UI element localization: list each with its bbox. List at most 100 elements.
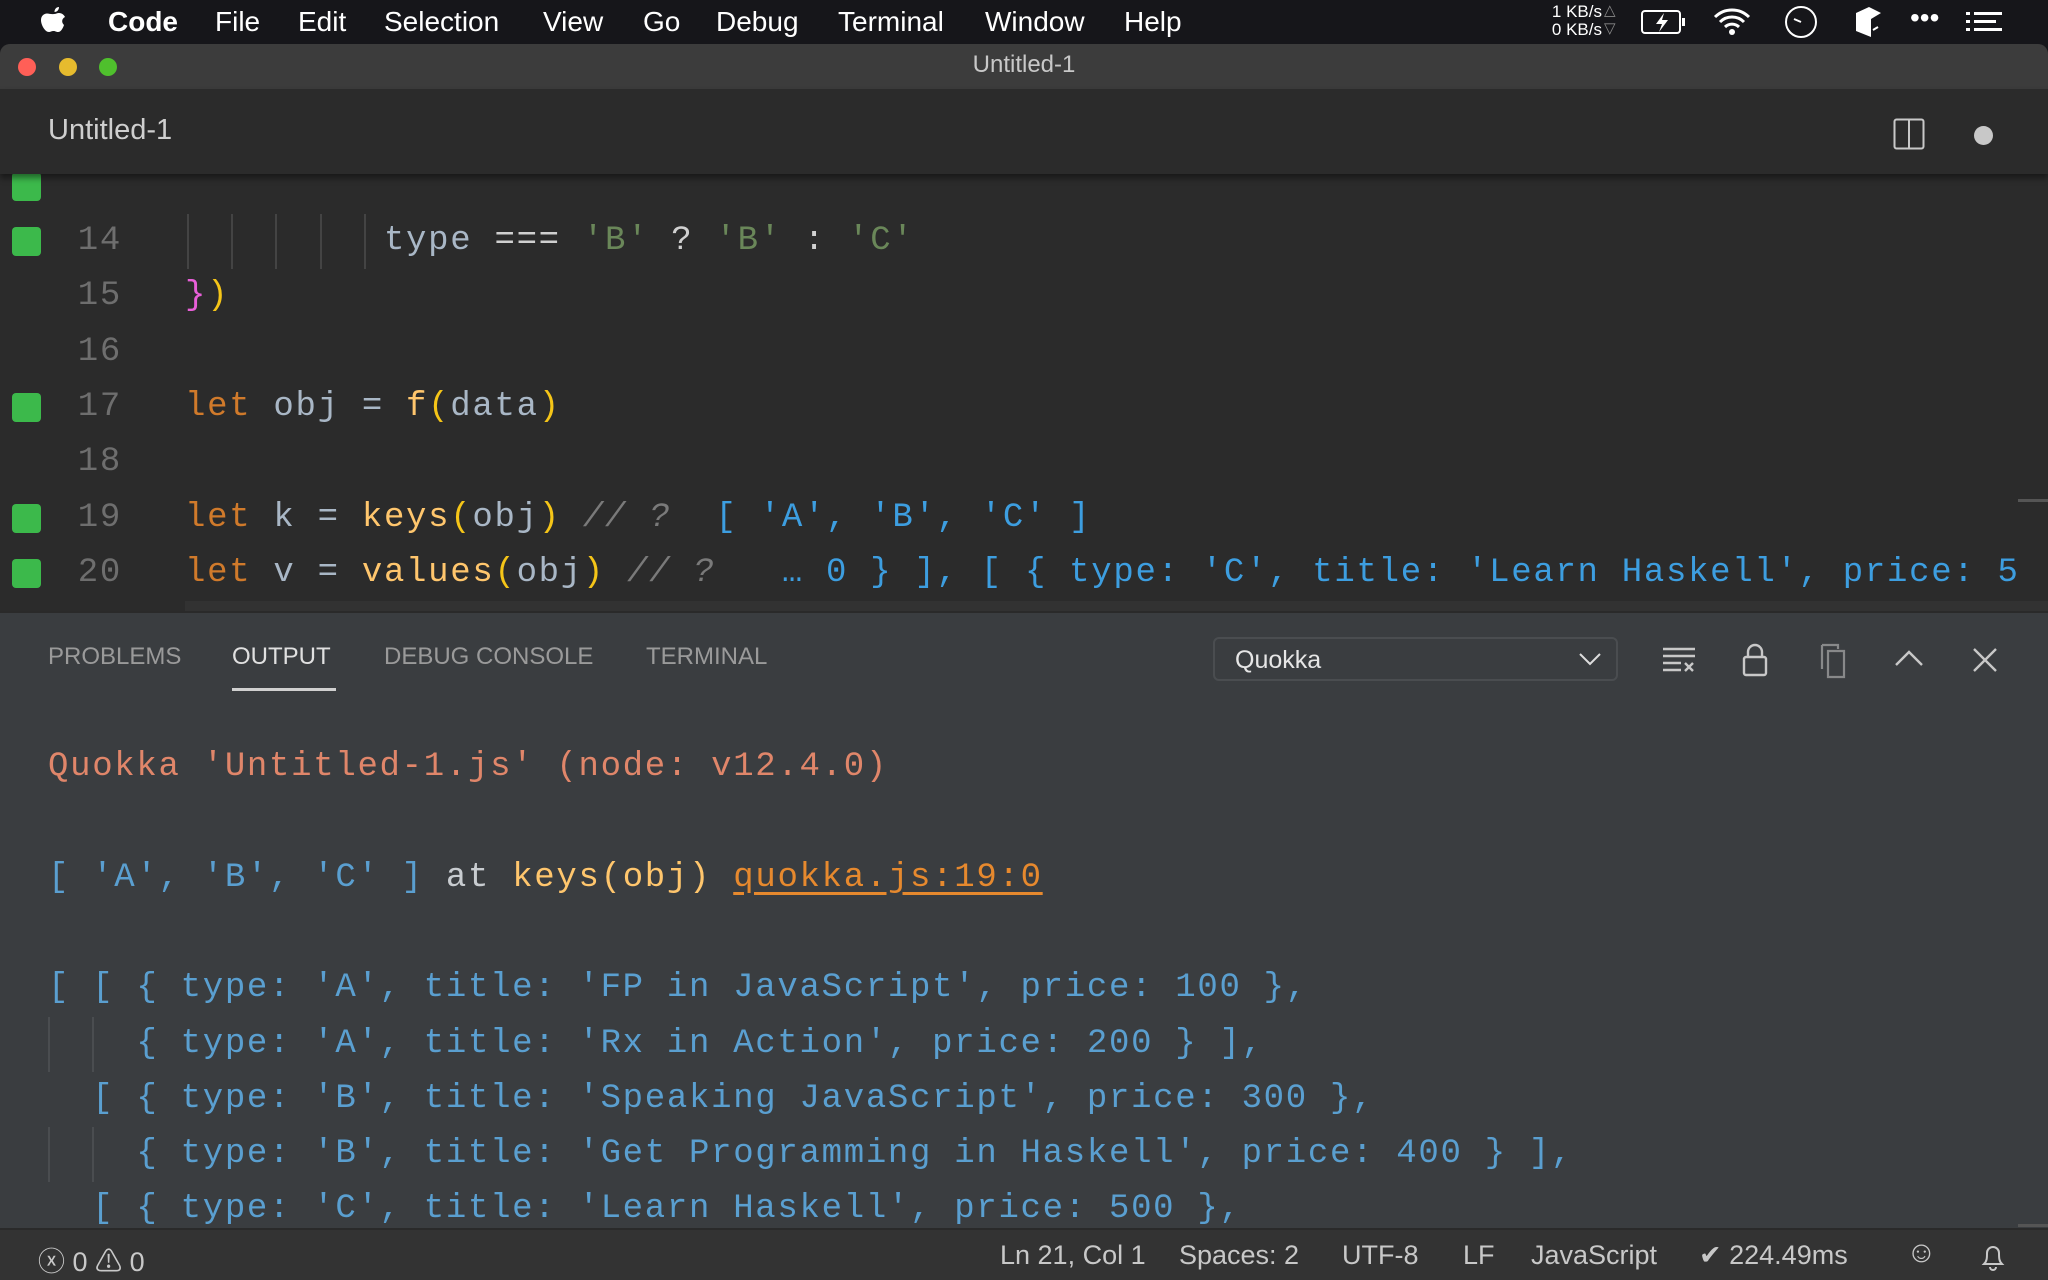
menu-view[interactable]: View [543,4,603,40]
source-link[interactable]: quokka.js:19:0 [733,859,1042,897]
code-line: 20 let v = values(obj) // ? … 0 } ], [ { … [0,546,2048,601]
more-icon[interactable]: ••• [1910,2,1939,34]
output-line: Quokka 'Untitled-1.js' (node: v12.4.0) [48,748,888,803]
code-token: } [185,277,208,316]
bell-icon[interactable] [1980,1242,2006,1272]
code-token: let [185,387,252,426]
tab-terminal[interactable]: TERMINAL [646,643,767,671]
menu-app-code[interactable]: Code [108,4,178,40]
tab-debug-console[interactable]: DEBUG CONSOLE [384,643,593,671]
quokka-coverage-marker [12,392,41,422]
menu-selection[interactable]: Selection [384,4,499,40]
list-icon[interactable] [1966,10,2002,34]
encoding[interactable]: UTF-8 [1342,1240,1419,1271]
code-line: 14 type === 'B' ? 'B' : 'C' [0,214,2048,270]
line-number: 20 [77,553,122,592]
split-editor-icon[interactable] [1893,118,1925,150]
clear-output-icon[interactable] [1660,641,1698,679]
code-token: let [185,498,252,537]
battery-charging-icon[interactable] [1640,9,1688,35]
code-text: let k = keys(obj) // ? [ 'A', 'B', 'C' ] [185,499,1091,537]
net-down: 0 KB/s [1551,20,1602,39]
net-arrows-icon: △ ▽ [1604,2,1616,37]
output-content[interactable]: Quokka 'Untitled-1.js' (node: v12.4.0) [ … [0,740,2048,1230]
code-line: 18 [0,435,2048,490]
output-token: at [423,858,513,897]
code-token: // ? [560,498,694,537]
quokka-coverage-marker [12,227,41,256]
feedback-smiley-icon[interactable]: ☺ [1906,1236,1937,1270]
output-token: { type: 'B', title: 'Get Programming in … [48,1135,1574,1174]
copy-icon[interactable] [1814,641,1852,679]
output-line: [ [ { type: 'A', title: 'FP in JavaScrip… [48,969,1308,1024]
clock-icon[interactable] [1784,5,1818,39]
tab-problems[interactable]: PROBLEMS [48,643,181,671]
menu-edit[interactable]: Edit [298,4,346,40]
code-token: 'B' [582,222,650,260]
output-token: [ { type: 'B', title: 'Speaking JavaScri… [48,1079,1375,1118]
menu-terminal[interactable]: Terminal [838,4,944,40]
output-token: [ 'A', 'B', 'C' ] [48,858,424,897]
unsaved-dot-icon[interactable] [1974,126,1993,145]
apple-icon[interactable] [40,5,68,37]
lock-icon[interactable] [1736,641,1774,679]
code-line: 16 [0,325,2048,380]
end-of-line[interactable]: LF [1463,1240,1495,1271]
code-token: v = [251,553,362,592]
quokka-timing[interactable]: ✔ 224.49ms [1699,1240,1848,1271]
code-token: [ 'A', 'B', 'C' ] [693,498,1092,537]
code-line: 21 [0,601,2048,611]
error-count: 0 [72,1247,88,1277]
output-channel-select[interactable]: Quokka [1213,637,1618,681]
editor-tab-bar: Untitled-1 [0,89,2048,174]
menu-debug[interactable]: Debug [716,4,799,40]
output-token [711,859,733,897]
code-token: ) [207,277,230,316]
scrollbar-marker[interactable] [2018,1224,2048,1227]
cursor-position[interactable]: Ln 21, Col 1 [1000,1240,1146,1271]
indentation[interactable]: Spaces: 2 [1179,1240,1299,1271]
line-number: 18 [77,443,122,482]
code-token: obj = [251,387,407,426]
box-icon[interactable] [1854,5,1884,39]
line-number: 19 [77,498,122,537]
line-number: 17 [77,387,122,426]
code-line-partial [0,174,2048,214]
code-token: ( [428,387,451,426]
menu-help[interactable]: Help [1124,4,1182,40]
code-token: let [185,553,252,592]
code-token: obj [472,498,539,537]
code-token: === [494,222,561,260]
code-token: ( [494,553,517,592]
scrollbar-marker[interactable] [2018,499,2048,502]
problems-indicator[interactable]: ⓧ 0 ⚠ 0 [38,1240,145,1279]
warning-icon: ⚠ [95,1247,123,1277]
window-title: Untitled-1 [972,51,1076,78]
code-token: 'B' [715,222,782,260]
code-line: 19 let k = keys(obj) // ? [ 'A', 'B', 'C'… [0,491,2048,546]
code-text: let v = values(obj) // ? … 0 } ], [ { ty… [185,554,2020,592]
quokka-coverage-marker [12,174,41,201]
menu-window[interactable]: Window [985,4,1085,40]
output-line: [ { type: 'C', title: 'Learn Haskell', p… [48,1190,1242,1230]
menu-file[interactable]: File [215,4,260,40]
code-editor[interactable]: 14 type === 'B' ? 'B' : 'C' 15}) 16 17 let o… [0,174,2048,611]
code-token: data [450,387,539,426]
language-mode[interactable]: JavaScript [1531,1240,1657,1271]
line-number: 14 [77,222,122,260]
network-monitor[interactable]: 1 KB/s 0 KB/s [1540,3,1602,39]
chevron-up-icon[interactable] [1890,641,1928,679]
tab-output[interactable]: OUTPUT [232,643,331,671]
close-icon[interactable] [1966,641,2004,679]
output-line: { type: 'A', title: 'Rx in Action', pric… [48,1025,1264,1080]
output-channel-value: Quokka [1235,646,1322,674]
code-token: ( [450,498,473,537]
tab-untitled-1[interactable]: Untitled-1 [48,114,172,147]
output-line: { type: 'B', title: 'Get Programming in … [48,1135,1573,1190]
quokka-coverage-marker [12,503,41,533]
code-token: : [781,222,849,260]
chevron-down-icon [1579,653,1601,666]
wifi-icon[interactable] [1712,6,1752,36]
menu-go[interactable]: Go [643,4,680,40]
